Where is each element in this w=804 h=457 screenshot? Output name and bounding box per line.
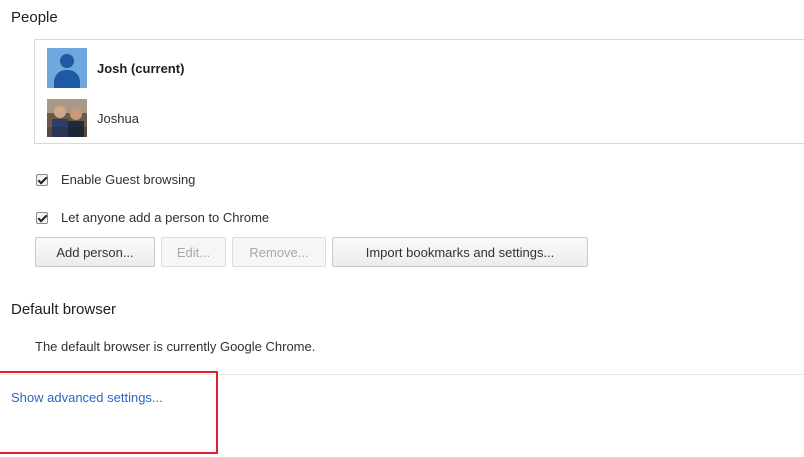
people-button-row: Add person... Edit... Remove... Import b… [35, 237, 594, 267]
import-bookmarks-button[interactable]: Import bookmarks and settings... [332, 237, 588, 267]
add-person-label[interactable]: Let anyone add a person to Chrome [61, 210, 269, 225]
profile-list: Josh (current) Joshua [34, 39, 804, 144]
add-person-checkbox[interactable] [36, 211, 48, 224]
guest-browsing-option: Enable Guest browsing [36, 172, 195, 187]
add-person-button[interactable]: Add person... [35, 237, 155, 267]
default-browser-status: The default browser is currently Google … [35, 339, 316, 354]
profile-item-joshua[interactable]: Joshua [47, 99, 139, 137]
edit-button[interactable]: Edit... [161, 237, 226, 267]
settings-page: People Josh (current) Joshua Enable Gues… [0, 0, 804, 457]
add-person-option: Let anyone add a person to Chrome [36, 210, 269, 225]
default-browser-section-title: Default browser [11, 301, 117, 318]
profile-name: Joshua [97, 110, 139, 126]
highlight-annotation-box [0, 371, 218, 454]
guest-browsing-checkbox[interactable] [36, 173, 48, 186]
photo-avatar [47, 99, 87, 137]
default-person-icon [47, 48, 87, 88]
people-section-title: People [11, 9, 58, 26]
divider [0, 374, 804, 375]
guest-browsing-label[interactable]: Enable Guest browsing [61, 172, 195, 187]
show-advanced-settings-link[interactable]: Show advanced settings... [11, 390, 163, 405]
profile-item-josh[interactable]: Josh (current) [47, 48, 184, 88]
remove-button[interactable]: Remove... [232, 237, 326, 267]
profile-name: Josh (current) [97, 60, 185, 76]
